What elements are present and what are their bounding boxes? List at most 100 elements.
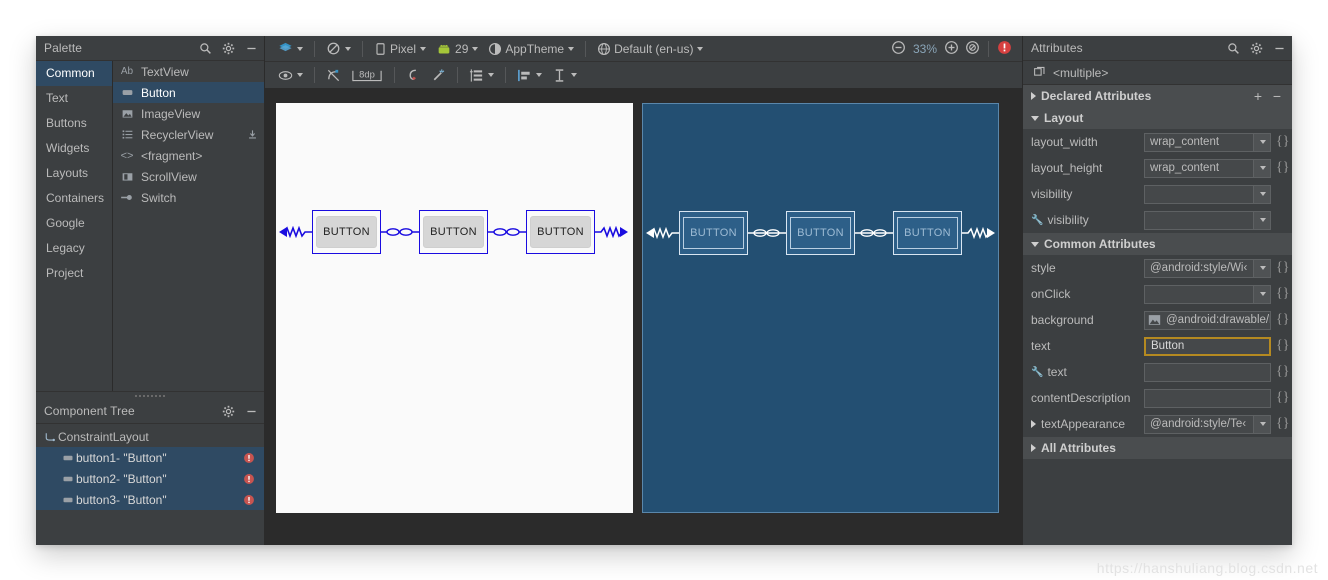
resource-picker-icon[interactable]: {} (1276, 338, 1289, 354)
textappearance-input[interactable]: @android:style/Te‹ (1144, 414, 1271, 434)
design-surface[interactable]: BUTTON BUTTON BUTTON (276, 103, 633, 513)
blueprint-button-1[interactable]: BUTTON (679, 211, 748, 255)
api-level-button[interactable]: 29 (431, 39, 483, 59)
gear-icon[interactable] (221, 41, 235, 55)
component-tree-title: Component Tree (44, 404, 135, 418)
palette-category-layouts[interactable]: Layouts (36, 161, 112, 186)
section-common-attributes[interactable]: Common Attributes (1023, 233, 1292, 255)
download-icon[interactable] (246, 129, 258, 140)
resource-picker-icon[interactable]: {} (1276, 312, 1289, 328)
resource-picker-icon[interactable]: {} (1276, 260, 1289, 276)
zoom-out-icon[interactable] (891, 40, 906, 58)
background-input[interactable]: @android:drawable/ɓ (1144, 310, 1271, 330)
search-icon[interactable] (198, 41, 212, 55)
error-icon[interactable] (997, 40, 1012, 58)
search-icon[interactable] (1226, 41, 1240, 55)
tree-node-button1[interactable]: button1- "Button" (36, 447, 264, 468)
blueprint-surface[interactable]: BUTTON BUTTON BUTTON (642, 103, 999, 513)
chevron-down-icon[interactable] (1253, 259, 1270, 277)
design-button-2[interactable]: BUTTON (419, 210, 488, 254)
design-mode-button[interactable] (273, 39, 308, 59)
layout-height-input[interactable]: wrap_content (1144, 158, 1271, 178)
guidelines-button[interactable] (464, 65, 499, 85)
palette-category-legacy[interactable]: Legacy (36, 236, 112, 261)
zoom-fit-icon[interactable] (965, 40, 980, 58)
section-layout[interactable]: Layout (1023, 107, 1292, 129)
gear-icon[interactable] (1249, 41, 1263, 55)
view-options-button[interactable] (273, 65, 308, 85)
design-button-3[interactable]: BUTTON (526, 210, 595, 254)
panel-resize-handle[interactable] (36, 391, 264, 399)
palette-category-project[interactable]: Project (36, 261, 112, 286)
design-button-1[interactable]: BUTTON (312, 210, 381, 254)
minimize-icon[interactable] (244, 41, 258, 55)
palette-item-textview[interactable]: Ab TextView (113, 61, 264, 82)
palette-category-widgets[interactable]: Widgets (36, 136, 112, 161)
align-button[interactable] (512, 65, 547, 85)
visibility-input[interactable] (1144, 184, 1271, 204)
chevron-down-icon[interactable] (1253, 415, 1270, 433)
resource-picker-icon[interactable]: {} (1276, 416, 1289, 432)
onclick-input[interactable] (1144, 284, 1271, 304)
resource-picker-icon[interactable]: {} (1276, 286, 1289, 302)
blueprint-button-2[interactable]: BUTTON (786, 211, 855, 255)
toggle-autoconnect-button[interactable] (401, 65, 426, 85)
resource-picker-icon[interactable]: {} (1276, 134, 1289, 150)
section-all-attributes[interactable]: All Attributes (1023, 437, 1292, 459)
minimize-icon[interactable] (1272, 41, 1286, 55)
palette-item-fragment[interactable]: <> <fragment> (113, 145, 264, 166)
error-icon[interactable] (242, 494, 256, 506)
resource-picker-icon[interactable]: {} (1276, 364, 1289, 380)
palette-category-buttons[interactable]: Buttons (36, 111, 112, 136)
design-canvas-area[interactable]: BUTTON BUTTON BUTTON BUTTON BUTTON BUTTO… (265, 89, 1022, 545)
button-icon (60, 452, 76, 464)
layout-width-input[interactable]: wrap_content (1144, 132, 1271, 152)
theme-button[interactable]: AppTheme (483, 39, 579, 59)
device-button[interactable]: Pixel (369, 39, 431, 59)
palette-item-button[interactable]: Button (113, 82, 264, 103)
tools-text-input[interactable] (1144, 362, 1271, 382)
chevron-down-icon[interactable] (1253, 211, 1270, 229)
default-margin-button[interactable]: 8dp (346, 65, 388, 85)
watermark-text: https://hanshuliang.blog.csdn.net (1096, 560, 1318, 576)
palette-item-switch[interactable]: Switch (113, 187, 264, 208)
chevron-down-icon[interactable] (1253, 285, 1270, 303)
tree-node-button2[interactable]: button2- "Button" (36, 468, 264, 489)
resource-picker-icon[interactable]: {} (1276, 160, 1289, 176)
section-declared-attributes[interactable]: Declared Attributes + − (1023, 85, 1292, 107)
orientation-button[interactable] (321, 39, 356, 59)
error-icon[interactable] (242, 473, 256, 485)
tools-visibility-input[interactable] (1144, 210, 1271, 230)
chevron-right-icon[interactable] (1031, 420, 1036, 428)
pack-button[interactable] (547, 65, 582, 85)
zoom-in-icon[interactable] (944, 40, 959, 58)
palette-category-containers[interactable]: Containers (36, 186, 112, 211)
resource-picker-icon[interactable]: {} (1276, 390, 1289, 406)
locale-button[interactable]: Default (en-us) (592, 39, 708, 59)
text-input[interactable]: Button (1144, 336, 1271, 356)
style-input[interactable]: @android:style/Wi‹ (1144, 258, 1271, 278)
palette-item-recyclerview[interactable]: RecyclerView (113, 124, 264, 145)
toolbar-separator (988, 40, 989, 57)
palette-item-imageview[interactable]: ImageView (113, 103, 264, 124)
palette-item-scrollview[interactable]: ScrollView (113, 166, 264, 187)
tree-node-constraintlayout[interactable]: ConstraintLayout (36, 426, 264, 447)
tree-node-button3[interactable]: button3- "Button" (36, 489, 264, 510)
chevron-down-icon[interactable] (1253, 159, 1270, 177)
remove-attribute-button[interactable]: − (1270, 88, 1284, 104)
chain-link-icon (748, 229, 786, 237)
attr-row-style: style @android:style/Wi‹ {} (1023, 255, 1292, 281)
blueprint-button-3[interactable]: BUTTON (893, 211, 962, 255)
clear-constraints-button[interactable] (321, 65, 346, 85)
palette-category-text[interactable]: Text (36, 86, 112, 111)
palette-category-common[interactable]: Common (36, 61, 112, 86)
gear-icon[interactable] (221, 404, 235, 418)
chevron-down-icon[interactable] (1253, 133, 1270, 151)
error-icon[interactable] (242, 452, 256, 464)
palette-category-google[interactable]: Google (36, 211, 112, 236)
minimize-icon[interactable] (244, 404, 258, 418)
add-attribute-button[interactable]: + (1251, 88, 1265, 104)
contentdescription-input[interactable] (1144, 388, 1271, 408)
chevron-down-icon[interactable] (1253, 185, 1270, 203)
infer-constraints-button[interactable] (426, 65, 451, 85)
